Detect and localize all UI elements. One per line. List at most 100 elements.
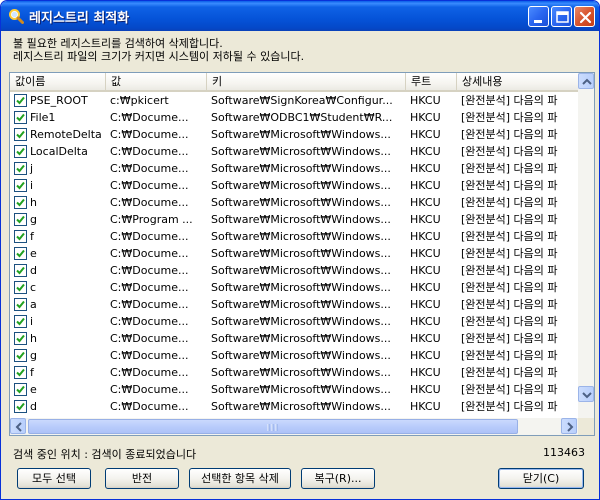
table-row[interactable]: RemoteDelta C:₩Docume... Software₩Microsof… [10,126,578,143]
cell-detail: [완전분석] 다음의 파 [461,128,558,141]
cell-value: C:₩Docume... [110,366,189,379]
cell-detail: [완전분석] 다음의 파 [461,145,558,158]
close-button[interactable]: 닫기(C) [498,468,584,489]
cell-root: HKCU [410,332,441,345]
cell-key: Software₩Microsoft₩Windows... [211,315,391,328]
table-row[interactable]: a C:₩Docume... Software₩Microsoft₩Windows.… [10,296,578,313]
scroll-right-icon[interactable] [561,418,577,434]
horizontal-scrollbar[interactable] [10,418,578,435]
column-header-root[interactable]: 루트 [406,73,457,90]
cell-name: j [30,162,34,175]
table-row[interactable]: h C:₩Docume... Software₩Microsoft₩Windows.… [10,194,578,211]
cell-name: d [30,264,37,277]
cell-key: Software₩Microsoft₩Windows... [211,366,391,379]
column-header-name[interactable]: 값이름 [10,73,106,90]
cell-root: HKCU [410,145,441,158]
table-row[interactable]: d C:₩Docume... Software₩Microsoft₩Windows.… [10,262,578,279]
cell-key: Software₩SignKorea₩Configur... [211,94,393,107]
cell-value: C:₩Docume... [110,264,189,277]
cell-root: HKCU [410,400,441,413]
column-header-key[interactable]: 키 [207,73,406,90]
scroll-down-icon[interactable] [578,386,594,402]
cell-key: Software₩Microsoft₩Windows... [211,247,391,260]
restore-button[interactable]: 복구(R)... [301,468,375,489]
cell-value: C:₩Docume... [110,281,189,294]
cell-name: h [30,196,37,209]
invert-selection-button[interactable]: 반전 [105,468,179,489]
cell-key: Software₩Microsoft₩Windows... [211,230,391,243]
cell-name: g [30,213,37,226]
cell-detail: [완전분석] 다음의 파 [461,196,558,209]
grip-icon [267,424,278,431]
table-row[interactable]: e C:₩Docume... Software₩Microsoft₩Windows.… [10,245,578,262]
cell-root: HKCU [410,281,441,294]
cell-value: C:₩Docume... [110,162,189,175]
cell-value: C:₩Docume... [110,111,189,124]
close-icon[interactable] [574,6,595,27]
cell-name: f [30,230,34,243]
maximize-icon[interactable] [551,6,572,27]
cell-detail: [완전분석] 다음의 파 [461,349,558,362]
delete-selected-button[interactable]: 선택한 항목 삭제 [189,468,291,489]
cell-name: RemoteDelta [30,128,102,141]
cell-value: C:₩Docume... [110,332,189,345]
cell-name: e [30,383,37,396]
cell-name: g [30,349,37,362]
cell-detail: [완전분석] 다음의 파 [461,213,558,226]
cell-detail: [완전분석] 다음의 파 [461,332,558,345]
cell-value: C:₩Docume... [110,145,189,158]
table-row[interactable]: f C:₩Docume... Software₩Microsoft₩Windows.… [10,364,578,381]
cell-detail: [완전분석] 다음의 파 [461,383,558,396]
table-row[interactable]: g C:₩Program ... Software₩Microsoft₩Window… [10,211,578,228]
table-row[interactable]: i C:₩Docume... Software₩Microsoft₩Windows.… [10,313,578,330]
column-header-value[interactable]: 값 [106,73,207,90]
cell-root: HKCU [410,383,441,396]
scrollbar-corner [578,418,594,435]
minimize-icon[interactable] [528,6,549,27]
cell-name: e [30,247,37,260]
horizontal-scroll-thumb[interactable] [28,419,518,434]
cell-root: HKCU [410,315,441,328]
cell-name: File1 [30,111,56,124]
cell-name: h [30,332,37,345]
select-all-button[interactable]: 모두 선택 [17,468,91,489]
table-row[interactable]: j C:₩Docume... Software₩Microsoft₩Windows.… [10,160,578,177]
column-header-detail[interactable]: 상세내용 [457,73,578,90]
cell-detail: [완전분석] 다음의 파 [461,94,558,107]
cell-root: HKCU [410,111,441,124]
cell-detail: [완전분석] 다음의 파 [461,230,558,243]
item-count: 113463 [543,446,585,459]
cell-root: HKCU [410,230,441,243]
cell-detail: [완전분석] 다음의 파 [461,179,558,192]
table-row[interactable]: i C:₩Docume... Software₩Microsoft₩Windows.… [10,177,578,194]
cell-key: Software₩Microsoft₩Windows... [211,179,391,192]
search-status: 검색 중인 위치 : 검색이 종료되었습니다 [13,448,197,461]
cell-detail: [완전분석] 다음의 파 [461,111,558,124]
table-row[interactable]: LocalDelta C:₩Docume... Software₩Microsoft… [10,143,578,160]
cell-root: HKCU [410,264,441,277]
description-line-2: 레지스트리 파일의 크기가 커지면 시스템이 저하될 수 있습니다. [13,50,305,63]
cell-detail: [완전분석] 다음의 파 [461,366,558,379]
table-row[interactable]: d C:₩Docume... Software₩Microsoft₩Windows.… [10,398,578,415]
description-line-1: 불 필요한 레지스트리를 검색하여 삭제합니다. [13,37,223,50]
scroll-up-icon[interactable] [578,73,594,89]
registry-list[interactable]: 값이름 값 키 루트 상세내용 PSE_ROOT c:₩pkicert Softwa… [9,72,595,436]
table-row[interactable]: f C:₩Docume... Software₩Microsoft₩Windows.… [10,228,578,245]
table-row[interactable]: e C:₩Docume... Software₩Microsoft₩Windows.… [10,381,578,398]
cell-value: C:₩Docume... [110,400,189,413]
scroll-left-icon[interactable] [10,418,26,434]
vertical-scrollbar[interactable] [578,73,594,419]
table-row[interactable]: g C:₩Docume... Software₩Microsoft₩Windows.… [10,347,578,364]
table-row[interactable]: c C:₩Docume... Software₩Microsoft₩Windows.… [10,279,578,296]
table-row[interactable]: File1 C:₩Docume... Software₩ODBC1₩Student₩… [10,109,578,126]
cell-detail: [완전분석] 다음의 파 [461,264,558,277]
cell-root: HKCU [410,298,441,311]
table-row[interactable]: h C:₩Docume... Software₩Microsoft₩Windows.… [10,330,578,347]
title-bar[interactable]: 레지스트리 최적화 [1,1,599,31]
cell-key: Software₩Microsoft₩Windows... [211,128,391,141]
cell-value: C:₩Docume... [110,298,189,311]
table-row[interactable]: PSE_ROOT c:₩pkicert Software₩SignKorea₩Con… [10,92,578,109]
magnifier-icon [8,8,24,24]
cell-detail: [완전분석] 다음의 파 [461,162,558,175]
cell-name: d [30,400,37,413]
